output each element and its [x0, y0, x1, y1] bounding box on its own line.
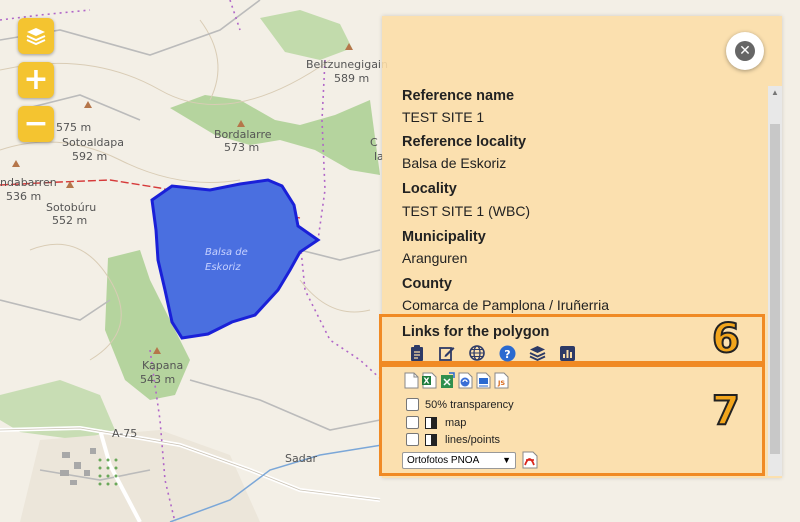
map-label: C [370, 136, 378, 149]
map-label: 589 m [334, 72, 369, 85]
county-value: Comarca de Pamplona / Iruñerria [402, 297, 609, 313]
close-button[interactable]: ✕ [726, 32, 764, 70]
lines-points-label: lines/points [445, 433, 501, 446]
layers-icon [26, 28, 46, 46]
basemap-select[interactable]: Ortofotos PNOA ▼ [402, 452, 516, 469]
locality-label: Locality [402, 181, 457, 197]
municipality-label: Municipality [402, 229, 486, 245]
info-panel: ✕ Reference name TEST SITE 1 Reference l… [379, 16, 782, 478]
panel-scrollbar[interactable]: ▲ [768, 86, 782, 476]
reference-name-label: Reference name [402, 88, 515, 104]
svg-text:X: X [423, 377, 430, 386]
close-icon: ✕ [735, 41, 755, 61]
area-label: Balsa de [205, 247, 248, 258]
map-label: 552 m [52, 214, 87, 227]
map-label: 592 m [72, 150, 107, 163]
scrollbar-thumb[interactable] [770, 124, 780, 454]
basemap-select-value: Ortofotos PNOA [407, 455, 480, 466]
document-icon[interactable] [404, 372, 419, 389]
color-swatch-icon [425, 433, 437, 446]
scroll-up-icon[interactable]: ▲ [771, 88, 779, 97]
refresh-icon[interactable] [458, 372, 473, 389]
area-label: Eskoriz [205, 262, 241, 273]
js-icon[interactable]: JS [494, 372, 509, 389]
annotation-number-7: 7 [711, 387, 741, 435]
map-label: Bordalarre [214, 128, 272, 141]
color-swatch-icon [425, 416, 437, 429]
map-checkbox[interactable] [406, 416, 419, 429]
chevron-down-icon: ▼ [502, 455, 511, 465]
help-icon[interactable]: ? [498, 344, 516, 362]
zoom-out-button[interactable]: − [18, 106, 54, 142]
layers-icon[interactable] [528, 344, 546, 362]
edit-icon[interactable] [438, 344, 456, 362]
map-label: 573 m [224, 141, 259, 154]
map-label: Sotobúru [46, 201, 96, 214]
county-label: County [402, 276, 452, 292]
svg-text:JS: JS [497, 379, 505, 387]
map-label: 575 m [56, 121, 91, 134]
road-label: A-75 [112, 427, 137, 440]
reference-locality-value: Balsa de Eskoriz [402, 155, 507, 171]
links-title: Links for the polygon [402, 324, 550, 340]
map-label: Kapana [142, 359, 183, 372]
chart-icon[interactable] [558, 344, 576, 362]
lines-points-option: lines/points [406, 433, 500, 446]
minus-icon: − [23, 106, 49, 141]
export-icon[interactable] [440, 372, 455, 389]
svg-text:?: ? [504, 348, 510, 361]
zoom-in-button[interactable]: + [18, 62, 54, 98]
map-label: ndabarren [0, 176, 57, 189]
map-label: Sotoaldapa [62, 136, 124, 149]
river-label: Sadar [285, 452, 317, 465]
municipality-value: Aranguren [402, 250, 468, 266]
map-label: 536 m [6, 190, 41, 203]
layers-button[interactable] [18, 18, 54, 54]
map-label: Beltzunegigain [306, 58, 388, 71]
map-option-label: map [445, 416, 467, 429]
transparency-label: 50% transparency [425, 398, 514, 411]
transparency-checkbox[interactable] [406, 398, 419, 411]
reference-name-value: TEST SITE 1 [402, 109, 485, 125]
report-icon[interactable] [476, 372, 491, 389]
transparency-option: 50% transparency [406, 398, 514, 411]
map-option: map [406, 416, 466, 429]
locality-value: TEST SITE 1 (WBC) [402, 203, 531, 219]
lines-points-checkbox[interactable] [406, 433, 419, 446]
excel-icon[interactable]: X [422, 372, 437, 389]
globe-icon[interactable] [468, 344, 486, 362]
annotation-number-6: 6 [711, 315, 741, 363]
pdf-icon[interactable] [522, 451, 538, 469]
reference-locality-label: Reference locality [402, 134, 527, 150]
plus-icon: + [23, 62, 49, 97]
map-label: 543 m [140, 373, 175, 386]
clipboard-icon[interactable] [408, 344, 426, 362]
